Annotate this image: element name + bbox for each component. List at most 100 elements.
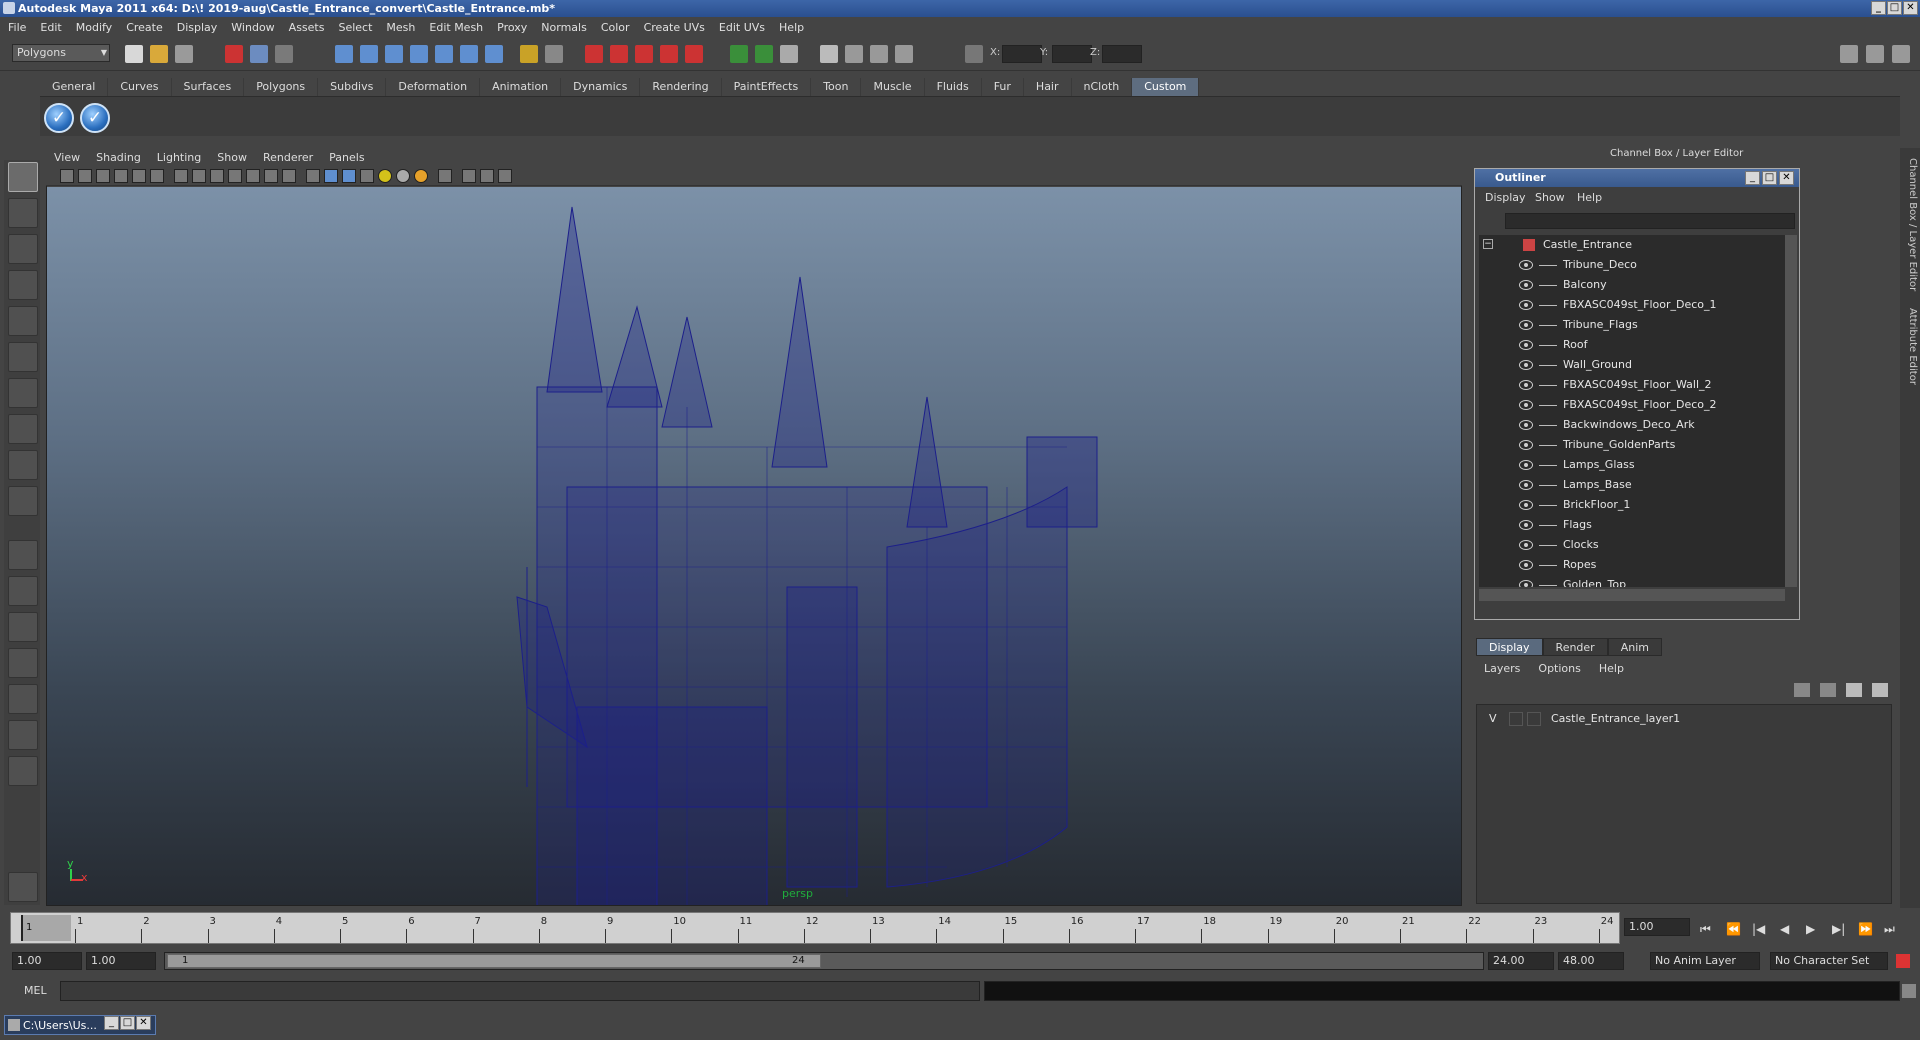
x-field[interactable]: [1002, 45, 1042, 63]
artisan-brush-icon[interactable]: [8, 872, 38, 902]
tab-custom[interactable]: Custom: [1132, 78, 1200, 96]
menu-help[interactable]: Help: [779, 21, 804, 34]
step-back-key-button[interactable]: ⏪: [1726, 922, 1741, 936]
render-settings-icon[interactable]: [635, 45, 653, 63]
xray-active-icon[interactable]: [480, 169, 494, 183]
list-item[interactable]: Tribune_Deco: [1479, 255, 1779, 275]
vp-menu-renderer[interactable]: Renderer: [263, 151, 313, 164]
menu-proxy[interactable]: Proxy: [497, 21, 527, 34]
shelf-check-button-1[interactable]: ✓: [44, 103, 74, 133]
tab-muscle[interactable]: Muscle: [861, 78, 925, 96]
tab-animation[interactable]: Animation: [480, 78, 562, 96]
show-manipulator-icon[interactable]: [8, 450, 38, 480]
soft-mod-tool-icon[interactable]: [8, 414, 38, 444]
menu-select[interactable]: Select: [338, 21, 372, 34]
menu-mesh[interactable]: Mesh: [386, 21, 415, 34]
history-icon[interactable]: [460, 45, 478, 63]
layer-color-swatch[interactable]: [1527, 712, 1541, 726]
maximize-window-button[interactable]: □: [120, 1016, 135, 1030]
menu-display[interactable]: Display: [177, 21, 218, 34]
select-object-icon[interactable]: [250, 45, 268, 63]
render-globals-icon[interactable]: [685, 45, 703, 63]
field-chart-icon[interactable]: [210, 169, 224, 183]
vp-menu-show[interactable]: Show: [217, 151, 247, 164]
safe-title-icon[interactable]: [246, 169, 260, 183]
menu-edit[interactable]: Edit: [40, 21, 61, 34]
layer-menu-layers[interactable]: Layers: [1484, 662, 1520, 675]
hud-icon[interactable]: [282, 169, 296, 183]
rotate-tool-icon[interactable]: [8, 306, 38, 336]
snap-view-plane-icon[interactable]: [410, 45, 428, 63]
outliner-filter-input[interactable]: [1505, 213, 1795, 229]
gate-mask-icon[interactable]: [192, 169, 206, 183]
list-item[interactable]: Lamps_Glass: [1479, 455, 1779, 475]
layout-custom-icon[interactable]: [8, 756, 38, 786]
close-window-button[interactable]: ✕: [136, 1016, 151, 1030]
list-item[interactable]: Clocks: [1479, 535, 1779, 555]
ipr-render-icon[interactable]: [610, 45, 628, 63]
tab-hair[interactable]: Hair: [1024, 78, 1072, 96]
textured-icon[interactable]: [360, 169, 374, 183]
new-scene-icon[interactable]: [125, 45, 143, 63]
list-item[interactable]: Wall_Ground: [1479, 355, 1779, 375]
menu-window[interactable]: Window: [231, 21, 274, 34]
list-item[interactable]: BrickFloor_1: [1479, 495, 1779, 515]
list-item[interactable]: Balcony: [1479, 275, 1779, 295]
snap-curve-icon[interactable]: [360, 45, 378, 63]
paint-select-tool-icon[interactable]: [8, 234, 38, 264]
move-layer-up-icon[interactable]: [1794, 683, 1810, 697]
tab-anim[interactable]: Anim: [1607, 638, 1662, 656]
tab-curves[interactable]: Curves: [108, 78, 172, 96]
list-item[interactable]: Flags: [1479, 515, 1779, 535]
list-item[interactable]: FBXASC049st_Floor_Deco_1: [1479, 295, 1779, 315]
character-set-dropdown[interactable]: No Character Set: [1770, 952, 1888, 970]
menu-set-selector[interactable]: Polygons ▼: [12, 44, 110, 62]
animation-start-field[interactable]: 1.00: [12, 952, 82, 970]
last-tool-icon[interactable]: [8, 486, 38, 516]
outliner-menu-help[interactable]: Help: [1577, 191, 1602, 204]
select-hierarchy-icon[interactable]: [225, 45, 243, 63]
dope-sheet-icon[interactable]: [845, 45, 863, 63]
render-frame-icon[interactable]: [585, 45, 603, 63]
go-to-end-button[interactable]: ⏭: [1884, 922, 1895, 937]
y-field[interactable]: [1052, 45, 1092, 63]
tab-dynamics[interactable]: Dynamics: [561, 78, 641, 96]
shelf-check-button-2[interactable]: ✓: [80, 103, 110, 133]
layout-script-icon[interactable]: [8, 720, 38, 750]
menu-edit-mesh[interactable]: Edit Mesh: [429, 21, 483, 34]
high-quality-icon[interactable]: [414, 169, 428, 183]
manipulator-tool-icon[interactable]: [8, 378, 38, 408]
play-backwards-button[interactable]: ◀: [1780, 922, 1789, 936]
menu-color[interactable]: Color: [601, 21, 630, 34]
command-input[interactable]: [60, 981, 980, 1001]
input-output-icon[interactable]: [520, 45, 538, 63]
xray-joints-icon[interactable]: [462, 169, 476, 183]
close-button[interactable]: ✕: [1903, 1, 1918, 15]
list-item[interactable]: Ropes: [1479, 555, 1779, 575]
move-tool-icon[interactable]: [8, 270, 38, 300]
toggle-attribute-icon[interactable]: [755, 45, 773, 63]
new-layer-selected-icon[interactable]: [1872, 683, 1888, 697]
smooth-shade-icon[interactable]: [324, 169, 338, 183]
tab-polygons[interactable]: Polygons: [244, 78, 319, 96]
tab-display[interactable]: Display: [1476, 638, 1543, 656]
lights-icon[interactable]: [378, 169, 392, 183]
snap-point-icon[interactable]: [385, 45, 403, 63]
camera-select-icon[interactable]: [60, 169, 74, 183]
menu-create[interactable]: Create: [126, 21, 163, 34]
transform-input-icon[interactable]: [965, 45, 983, 63]
outliner-root-item[interactable]: − Castle_Entrance: [1479, 235, 1779, 255]
new-layer-icon[interactable]: [1846, 683, 1862, 697]
list-item[interactable]: Tribune_GoldenParts: [1479, 435, 1779, 455]
tab-fluids[interactable]: Fluids: [925, 78, 982, 96]
viewport-canvas[interactable]: persp y x: [47, 187, 1461, 905]
minimize-button[interactable]: _: [1871, 1, 1886, 15]
collapse-icon[interactable]: −: [1483, 239, 1493, 249]
menu-edit-uvs[interactable]: Edit UVs: [719, 21, 765, 34]
tab-subdivs[interactable]: Subdivs: [318, 78, 387, 96]
layout-four-pane-icon[interactable]: [8, 576, 38, 606]
camera-sequencer-icon[interactable]: [895, 45, 913, 63]
anim-layer-dropdown[interactable]: No Anim Layer: [1650, 952, 1760, 970]
wireframe-on-shaded-icon[interactable]: [342, 169, 356, 183]
time-slider[interactable]: 1 2 3 4 5 6 7 8 9 10 11 12 13 14 15 16 17 18 19 20 21 22 23 24 …: [10, 912, 1620, 944]
